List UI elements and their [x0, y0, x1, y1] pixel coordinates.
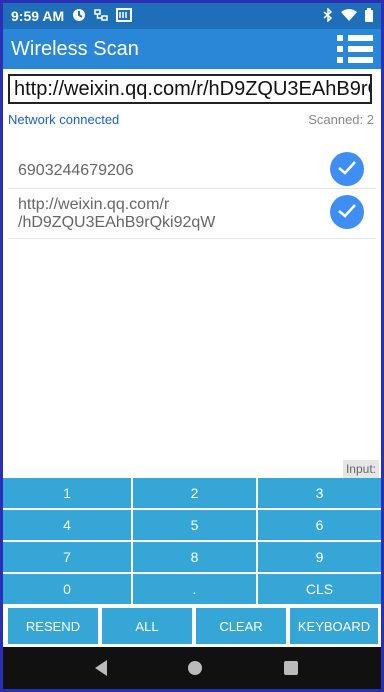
app-title: Wireless Scan — [11, 37, 139, 60]
status-line: Network connected Scanned: 2 — [8, 112, 374, 127]
key-0[interactable]: 0 — [3, 574, 131, 604]
system-nav-bar — [3, 647, 381, 689]
home-icon[interactable] — [188, 661, 202, 675]
keyboard-button[interactable]: KEYBOARD — [290, 608, 378, 644]
key-8[interactable]: 8 — [133, 542, 256, 572]
status-bar: 9:59 AM — [3, 3, 381, 29]
key-3[interactable]: 3 — [258, 478, 381, 508]
bluetooth-icon — [323, 6, 333, 25]
list-item-text-line2: /hD9ZQU3EAhB9rQki92qW — [18, 214, 216, 231]
all-button[interactable]: ALL — [102, 608, 192, 644]
resend-button[interactable]: RESEND — [8, 608, 98, 644]
recent-apps-icon[interactable] — [284, 661, 298, 675]
battery-icon — [365, 7, 373, 25]
wifi-icon — [341, 8, 357, 25]
back-icon[interactable] — [95, 660, 107, 676]
scanned-count: Scanned: 2 — [308, 112, 374, 127]
list-item-text: http://weixin.qq.com/r — [18, 196, 170, 213]
check-icon[interactable] — [330, 195, 364, 229]
key-6[interactable]: 6 — [258, 510, 381, 540]
url-input[interactable]: http://weixin.qq.com/r/hD9ZQU3EAhB9rQki9… — [8, 74, 372, 104]
network-icon — [94, 8, 108, 25]
key-2[interactable]: 2 — [133, 478, 256, 508]
key-4[interactable]: 4 — [3, 510, 131, 540]
action-bar: RESEND ALL CLEAR KEYBOARD — [3, 605, 381, 647]
list-item[interactable]: http://weixin.qq.com/r /hD9ZQU3EAhB9rQki… — [8, 188, 376, 239]
list-item-text: 6903244679206 — [18, 162, 134, 179]
key-9[interactable]: 9 — [258, 542, 381, 572]
check-icon[interactable] — [330, 152, 364, 186]
app-bar: Wireless Scan — [3, 29, 381, 69]
sd-card-icon — [116, 7, 133, 25]
key-1[interactable]: 1 — [3, 478, 131, 508]
key-dot[interactable]: . — [133, 574, 256, 604]
list-item[interactable]: 6903244679206 — [8, 150, 376, 189]
clear-button[interactable]: CLEAR — [196, 608, 286, 644]
sync-icon — [72, 8, 86, 25]
key-cls[interactable]: CLS — [258, 574, 381, 604]
key-7[interactable]: 7 — [3, 542, 131, 572]
status-time: 9:59 AM — [11, 8, 65, 24]
network-status: Network connected — [8, 112, 120, 127]
keypad: 1 2 3 4 5 6 7 8 9 0 . CLS — [3, 478, 381, 605]
list-menu-icon[interactable] — [337, 35, 373, 63]
key-5[interactable]: 5 — [133, 510, 256, 540]
input-label: Input: — [342, 460, 379, 478]
